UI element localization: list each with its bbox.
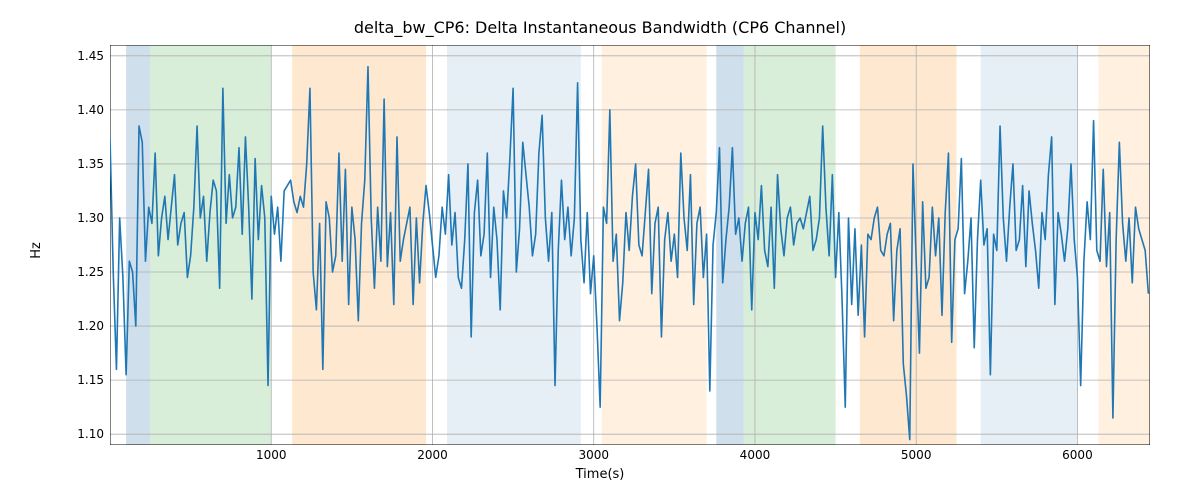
figure: delta_bw_CP6: Delta Instantaneous Bandwi… <box>0 0 1200 500</box>
background-band <box>744 45 836 445</box>
y-tick-label: 1.45 <box>70 49 104 63</box>
chart-title: delta_bw_CP6: Delta Instantaneous Bandwi… <box>0 18 1200 37</box>
chart-axes <box>110 45 1150 445</box>
y-axis-label: Hz <box>28 0 44 500</box>
y-tick-label: 1.35 <box>70 157 104 171</box>
background-band <box>716 45 743 445</box>
x-axis-label: Time(s) <box>0 467 1200 482</box>
y-tick-label: 1.15 <box>70 373 104 387</box>
x-tick-label: 1000 <box>256 448 287 462</box>
x-tick-label: 3000 <box>578 448 609 462</box>
y-tick-label: 1.40 <box>70 103 104 117</box>
y-tick-label: 1.30 <box>70 211 104 225</box>
y-tick-label: 1.20 <box>70 319 104 333</box>
x-tick-label: 5000 <box>901 448 932 462</box>
background-band <box>860 45 957 445</box>
y-tick-label: 1.10 <box>70 427 104 441</box>
x-tick-label: 6000 <box>1062 448 1093 462</box>
y-tick-label: 1.25 <box>70 265 104 279</box>
x-tick-label: 4000 <box>740 448 771 462</box>
x-tick-label: 2000 <box>417 448 448 462</box>
